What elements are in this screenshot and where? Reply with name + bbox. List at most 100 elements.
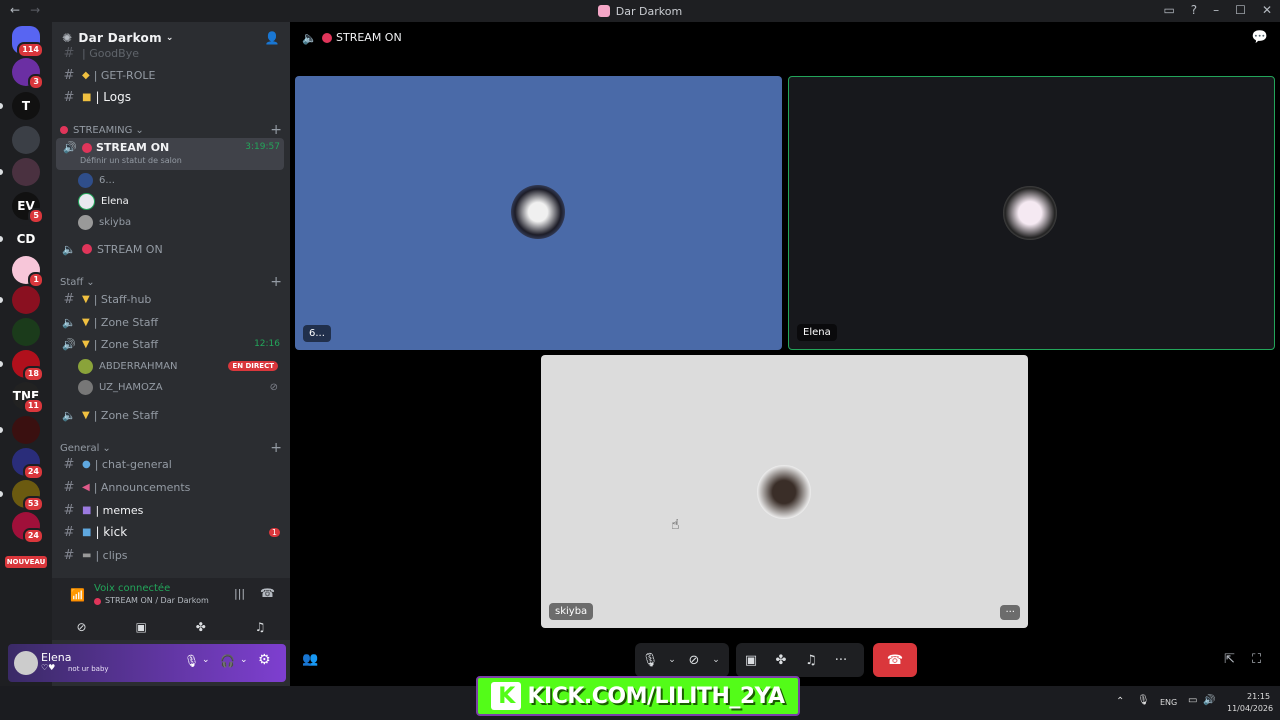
channel-chat-general[interactable]: # ● | chat-general (56, 453, 284, 475)
video-tile[interactable]: Elena (788, 76, 1275, 350)
voice-user[interactable]: UZ_HAMOZA ⊘ (78, 377, 278, 397)
server-icon[interactable]: 1 (12, 256, 44, 288)
forward-arrow-icon[interactable]: → (30, 3, 40, 17)
tv-icon: ■ (82, 526, 92, 538)
help-icon[interactable]: ? (1191, 3, 1197, 17)
mention-badge: 11 (22, 398, 44, 414)
server-icon[interactable]: T (12, 92, 40, 120)
network-icon[interactable]: ▭ (1188, 695, 1197, 706)
chevron-up-icon[interactable]: ⌃ (1116, 696, 1124, 707)
pop-out-icon[interactable]: ⇱ (1224, 652, 1235, 667)
channel-timer: 12:16 (254, 339, 280, 349)
discord-logo-icon[interactable]: 114 (12, 26, 44, 58)
channel-get-role[interactable]: # ◆ | GET-ROLE (56, 64, 284, 86)
channel-announcements[interactable]: # ◀ | Announcements (56, 476, 284, 498)
headphones-icon[interactable]: 🎧 (220, 654, 235, 668)
server-icon[interactable]: 24 (12, 512, 44, 544)
maximize-button[interactable]: ☐ (1235, 3, 1246, 17)
server-icon[interactable]: CD (12, 225, 40, 253)
tile-label: Elena (797, 324, 837, 341)
activities-icon[interactable]: ✤ (196, 620, 206, 634)
microphone-icon[interactable]: 🎙 (1137, 695, 1150, 706)
add-people-icon[interactable]: 👥 (302, 652, 318, 667)
camera-off-icon[interactable]: ⊘ (76, 620, 86, 634)
channel-zone-staff-1[interactable]: 🔈 ▼ | Zone Staff (56, 311, 284, 333)
gear-icon[interactable]: ⚙ (258, 652, 271, 668)
avatar[interactable] (14, 651, 38, 675)
back-arrow-icon[interactable]: ← (10, 3, 20, 17)
chevron-down-icon[interactable]: ⌄ (202, 655, 210, 665)
ticket-icon: ◆ (82, 69, 90, 81)
server-icon[interactable] (12, 126, 40, 154)
server-icon[interactable]: TNE 11 (12, 382, 44, 414)
red-circle-icon (60, 126, 68, 134)
voice-user[interactable]: 6... (78, 170, 115, 190)
server-icon[interactable]: 24 (12, 448, 44, 480)
voice-user[interactable]: ABDERRAHMAN EN DIRECT (78, 356, 278, 376)
language-indicator[interactable]: ENG (1160, 698, 1177, 707)
server-icon[interactable]: EV 5 (12, 192, 44, 224)
red-circle-icon (322, 33, 332, 43)
clock-date[interactable]: 11/04/2026 (1227, 704, 1273, 713)
channel-staff-hub[interactable]: # ▼ | Staff-hub (56, 288, 284, 310)
video-tile[interactable]: 6... (295, 76, 782, 350)
disconnect-button[interactable]: ☎ (873, 643, 917, 677)
server-icon[interactable] (12, 318, 40, 346)
chevron-down-icon[interactable]: ⌄ (709, 643, 723, 677)
channel-clips[interactable]: # ▬ | clips (56, 544, 284, 566)
chevron-down-icon[interactable]: ⌄ (240, 655, 248, 665)
channel-zone-staff-2[interactable]: 🔊 ▼ | Zone Staff 12:16 (56, 333, 284, 355)
microphone-icon[interactable]: 🎙 (184, 654, 199, 668)
create-channel-icon[interactable]: + (270, 122, 282, 138)
voice-user[interactable]: Elena (78, 191, 129, 211)
channel-status-hint[interactable]: Définir un statut de salon (80, 156, 182, 165)
globe-icon: ● (82, 458, 91, 470)
screen-share-icon[interactable]: ▣ (736, 643, 766, 677)
soundboard-icon[interactable]: ♫ (796, 643, 826, 677)
channel-logs[interactable]: # ■ | Logs (56, 86, 284, 108)
disconnect-icon[interactable]: ☎ (260, 586, 275, 600)
server-icon[interactable] (12, 286, 40, 314)
voice-user[interactable]: skiyba (78, 212, 131, 232)
microphone-icon[interactable]: 🎙 (635, 643, 665, 677)
voice-status[interactable]: Voix connectée (94, 583, 170, 594)
more-options-icon[interactable]: ··· (1000, 605, 1020, 620)
server-icon[interactable]: 3 (12, 58, 44, 90)
screen-share-icon[interactable]: ▣ (135, 620, 146, 634)
chevron-down-icon: ⌄ (86, 276, 95, 288)
voice-location[interactable]: STREAM ON / Dar Darkom (105, 596, 209, 605)
beginner-icon: ▼ (82, 293, 90, 305)
volume-icon[interactable]: 🔊 (1203, 695, 1215, 706)
live-badge: EN DIRECT (228, 361, 278, 371)
speaker-icon: 🔈 (62, 315, 76, 329)
server-icon[interactable]: 18 (12, 350, 44, 382)
chevron-down-icon[interactable]: ⌄ (665, 643, 679, 677)
video-tile[interactable]: skiyba ··· ☝ (541, 355, 1028, 628)
clock-time[interactable]: 21:15 (1247, 692, 1270, 701)
window-title: Dar Darkom (615, 4, 683, 18)
server-icon[interactable] (12, 158, 40, 186)
channel-memes[interactable]: # ■ | memes (56, 499, 284, 521)
noise-suppression-icon[interactable]: ||| (234, 587, 245, 600)
channel-stream-on-active[interactable]: 🔊 STREAM ON 3:19:57 Définir un statut de… (56, 138, 284, 170)
more-options-icon[interactable]: ··· (826, 643, 856, 677)
chat-icon[interactable]: 💬 (1252, 30, 1268, 45)
channel-label: | chat-general (94, 457, 172, 471)
fullscreen-icon[interactable]: ⛶ (1252, 652, 1261, 667)
category-label: Staff (60, 276, 84, 288)
channel-goodbye[interactable]: # | GoodBye (56, 42, 284, 64)
user-status[interactable]: not ur baby (68, 665, 109, 673)
server-icon[interactable]: 53 (12, 480, 44, 512)
voice-user-name: Elena (101, 195, 129, 207)
minimize-button[interactable]: – (1213, 3, 1219, 17)
camera-off-icon[interactable]: ⊘ (679, 643, 709, 677)
category-streaming[interactable]: STREAMING ⌄ + (60, 122, 282, 138)
server-icon[interactable] (12, 416, 40, 444)
inbox-icon[interactable]: ▭ (1163, 3, 1174, 17)
channel-stream-on-2[interactable]: 🔈 STREAM ON (56, 238, 284, 260)
soundboard-icon[interactable]: ♫ (255, 620, 266, 634)
close-button[interactable]: ✕ (1262, 3, 1272, 17)
channel-zone-staff-3[interactable]: 🔈 ▼ | Zone Staff (56, 404, 284, 426)
channel-kick[interactable]: # ■ | kick 1 (56, 521, 284, 543)
activities-icon[interactable]: ✤ (766, 643, 796, 677)
